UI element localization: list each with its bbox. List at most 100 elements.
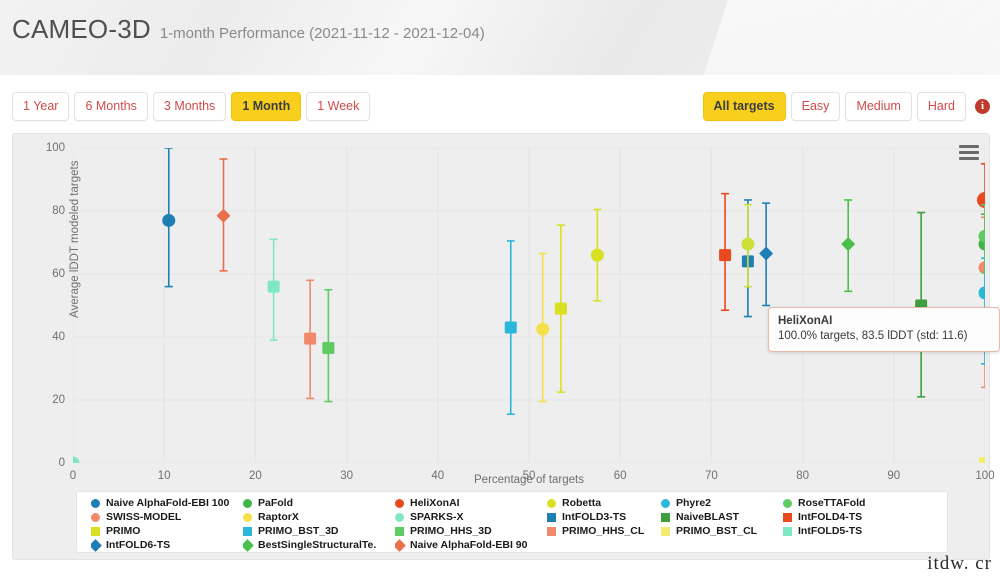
legend-marker-none-icon bbox=[783, 541, 792, 550]
legend-marker-diamond-icon bbox=[243, 539, 254, 552]
legend-label: HeliXonAI bbox=[410, 497, 460, 510]
legend-label: NaiveBLAST bbox=[676, 511, 739, 524]
legend-item-helixonai[interactable]: HeliXonAI bbox=[395, 497, 547, 510]
data-point-pafold[interactable] bbox=[979, 214, 986, 290]
time-filter-1-year[interactable]: 1 Year bbox=[12, 92, 69, 121]
y-tick-label: 0 bbox=[59, 457, 65, 469]
legend-item-phyre2[interactable]: Phyre2 bbox=[661, 497, 783, 510]
data-point-raptorx[interactable] bbox=[536, 254, 549, 402]
legend-marker-none-icon bbox=[547, 541, 556, 550]
legend-item-intfold6-ts[interactable]: IntFOLD6-TS bbox=[91, 539, 243, 552]
time-filter-3-months[interactable]: 3 Months bbox=[153, 92, 226, 121]
target-filter-hard[interactable]: Hard bbox=[917, 92, 966, 121]
legend-item-intfold4-ts[interactable]: IntFOLD4-TS bbox=[783, 511, 913, 524]
time-filter-6-months[interactable]: 6 Months bbox=[74, 92, 147, 121]
legend-item-primo-hhs-cl[interactable]: PRIMO_HHS_CL bbox=[547, 525, 661, 538]
legend-label: SWISS-MODEL bbox=[106, 511, 181, 524]
legend-item-naive-alphafold-ebi-100[interactable]: Naive AlphaFold-EBI 100 bbox=[91, 497, 243, 510]
legend-marker-square-icon bbox=[783, 513, 792, 522]
legend-item-empty bbox=[661, 539, 783, 552]
legend-item-raptorx[interactable]: RaptorX bbox=[243, 511, 395, 524]
data-point-yellowgreenpoint[interactable] bbox=[741, 205, 754, 287]
legend-label: RaptorX bbox=[258, 511, 299, 524]
legend-label: Naive AlphaFold-EBI 90 bbox=[410, 539, 527, 552]
legend-item-robetta[interactable]: Robetta bbox=[547, 497, 661, 510]
target-filter-all-targets[interactable]: All targets bbox=[703, 92, 786, 121]
y-tick-label: 100 bbox=[46, 142, 65, 154]
legend-item-empty bbox=[783, 539, 913, 552]
plot-data-marks[interactable] bbox=[73, 148, 985, 463]
data-point-helixonai[interactable] bbox=[977, 164, 985, 236]
data-point-primo-hhs-3d[interactable] bbox=[322, 290, 334, 402]
legend-label: Naive AlphaFold-EBI 100 bbox=[106, 497, 229, 510]
page-title: CAMEO-3D bbox=[12, 14, 151, 45]
data-point-intfold5-ts[interactable] bbox=[73, 457, 80, 464]
legend-item-primo-bst-cl[interactable]: PRIMO_BST_CL bbox=[661, 525, 783, 538]
filter-bar: 1 Year6 Months3 Months1 Month1 Week All … bbox=[0, 75, 1000, 133]
data-point-tooltip: HeliXonAI 100.0% targets, 83.5 lDDT (std… bbox=[768, 307, 1000, 352]
legend-marker-circle-icon bbox=[547, 499, 556, 508]
data-point-intfold6-ts[interactable] bbox=[759, 203, 773, 305]
legend-item-swiss-model[interactable]: SWISS-MODEL bbox=[91, 511, 243, 524]
chart-panel: 020406080100 0102030405060708090100 Aver… bbox=[12, 133, 990, 560]
legend-item-empty bbox=[547, 539, 661, 552]
data-point-sparks-x[interactable] bbox=[268, 239, 280, 340]
target-filter-medium[interactable]: Medium bbox=[845, 92, 911, 121]
legend-marker-circle-icon bbox=[783, 499, 792, 508]
time-range-filter-group: 1 Year6 Months3 Months1 Month1 Week bbox=[12, 92, 375, 121]
legend-label: IntFOLD5-TS bbox=[798, 525, 862, 538]
y-axis-label: Average lDDT modeled targets bbox=[69, 161, 81, 318]
legend-label: SPARKS-X bbox=[410, 511, 463, 524]
data-point-naiveblast[interactable] bbox=[915, 213, 927, 397]
legend-marker-circle-icon bbox=[91, 513, 100, 522]
data-point-naive-alphafold-ebi-100[interactable] bbox=[162, 148, 175, 287]
y-tick-label: 20 bbox=[52, 394, 65, 406]
data-point-primo-bst-cl[interactable] bbox=[979, 457, 985, 463]
data-point-primo-bst-3d[interactable] bbox=[505, 241, 517, 414]
legend-label: IntFOLD4-TS bbox=[798, 511, 862, 524]
y-tick-label: 80 bbox=[52, 205, 65, 217]
legend-marker-square-icon bbox=[661, 527, 670, 536]
target-filter-easy[interactable]: Easy bbox=[791, 92, 841, 121]
legend-grid: Naive AlphaFold-EBI 100 PaFold HeliXonAI Ro… bbox=[77, 497, 947, 552]
info-icon[interactable]: i bbox=[975, 99, 990, 114]
legend-marker-circle-icon bbox=[243, 513, 252, 522]
legend-label: RoseTTAFold bbox=[798, 497, 865, 510]
legend-item-sparks-x[interactable]: SPARKS-X bbox=[395, 511, 547, 524]
legend-item-primo-hhs-3d[interactable]: PRIMO_HHS_3D bbox=[395, 525, 547, 538]
legend-item-pafold[interactable]: PaFold bbox=[243, 497, 395, 510]
legend-label: PRIMO_BST_3D bbox=[258, 525, 339, 538]
legend-marker-square-icon bbox=[243, 527, 252, 536]
y-tick-label: 40 bbox=[52, 331, 65, 343]
legend-item-bestsinglestructuralte-[interactable]: BestSingleStructuralTe. bbox=[243, 539, 395, 552]
data-point-naive-alphafold-ebi-90[interactable] bbox=[216, 159, 230, 271]
legend-marker-circle-icon bbox=[661, 499, 670, 508]
target-difficulty-filter-group: All targetsEasyMediumHardi bbox=[703, 92, 991, 121]
legend-item-intfold3-ts[interactable]: IntFOLD3-TS bbox=[547, 511, 661, 524]
legend-marker-square-icon bbox=[91, 527, 100, 536]
legend-item-primo-bst-3d[interactable]: PRIMO_BST_3D bbox=[243, 525, 395, 538]
legend-item-naive-alphafold-ebi-90[interactable]: Naive AlphaFold-EBI 90 bbox=[395, 539, 547, 552]
data-point-bestsinglestructuralte-[interactable] bbox=[841, 200, 855, 291]
tooltip-title: HeliXonAI bbox=[778, 314, 990, 328]
legend-marker-circle-icon bbox=[395, 513, 404, 522]
legend-marker-none-icon bbox=[661, 541, 670, 550]
legend-marker-square-icon bbox=[547, 513, 556, 522]
legend-item-rosettafold[interactable]: RoseTTAFold bbox=[783, 497, 913, 510]
legend-label: PRIMO_HHS_3D bbox=[410, 525, 492, 538]
legend-label: PaFold bbox=[258, 497, 293, 510]
legend-label: IntFOLD6-TS bbox=[106, 539, 170, 552]
title-block: CAMEO-3D 1-month Performance (2021-11-12… bbox=[12, 14, 485, 45]
legend-item-intfold5-ts[interactable]: IntFOLD5-TS bbox=[783, 525, 913, 538]
data-point-primo[interactable] bbox=[555, 225, 567, 392]
time-filter-1-month[interactable]: 1 Month bbox=[231, 92, 301, 121]
legend-label: BestSingleStructuralTe. bbox=[258, 539, 376, 552]
legend-item-naiveblast[interactable]: NaiveBLAST bbox=[661, 511, 783, 524]
chart-legend: Naive AlphaFold-EBI 100 PaFold HeliXonAI Ro… bbox=[76, 491, 948, 553]
data-point-primo-hhs-cl[interactable] bbox=[304, 280, 316, 398]
data-point-robetta[interactable] bbox=[591, 209, 604, 300]
legend-label: IntFOLD3-TS bbox=[562, 511, 626, 524]
time-filter-1-week[interactable]: 1 Week bbox=[306, 92, 370, 121]
data-point-intfold4-ts[interactable] bbox=[719, 194, 731, 311]
legend-item-primo[interactable]: PRIMO bbox=[91, 525, 243, 538]
